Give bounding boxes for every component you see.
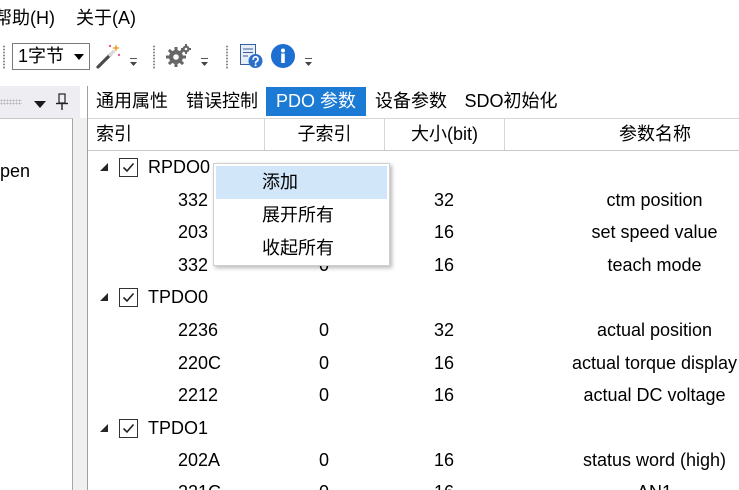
pin-icon[interactable] xyxy=(55,93,69,111)
panel-dropdown-icon[interactable] xyxy=(34,101,46,108)
cell-param-name: actual DC voltage xyxy=(583,385,726,406)
tab-general-properties[interactable]: 通用属性 xyxy=(88,87,176,116)
cell-subindex: 0 xyxy=(264,477,384,490)
help-document-icon[interactable] xyxy=(238,43,264,69)
cell-index: 221C xyxy=(178,477,221,490)
column-header-param-name[interactable]: 参数名称 xyxy=(504,119,739,150)
cell-index: 2212 xyxy=(178,385,219,406)
group-checkbox[interactable] xyxy=(119,158,138,177)
tab-error-control[interactable]: 错误控制 xyxy=(178,87,266,116)
table-row[interactable]: 202A 0 16 status word (high) xyxy=(88,444,739,477)
group-name: TPDO1 xyxy=(148,417,209,438)
table-row[interactable]: 332 32 ctm position xyxy=(88,184,739,217)
menu-bar: 帮助(H) 关于(A) xyxy=(0,0,739,36)
byte-size-value: 1字节 xyxy=(18,46,65,66)
cell-size: 16 xyxy=(384,477,504,490)
pdo-parameter-panel: 通用属性 错误控制 PDO 参数 设备参数 SDO初始化 索引 子索引 大小(b… xyxy=(87,86,739,490)
cell-subindex: 0 xyxy=(318,319,329,340)
cell-size: 16 xyxy=(433,385,455,406)
info-icon[interactable] xyxy=(270,43,296,69)
context-menu-collapse-all[interactable]: 收起所有 xyxy=(216,232,387,265)
column-header-index[interactable]: 索引 xyxy=(88,119,264,150)
cell-subindex: 0 xyxy=(318,450,329,471)
column-header-subindex[interactable]: 子索引 xyxy=(264,119,384,150)
menu-help[interactable]: 帮助(H) xyxy=(0,6,55,30)
context-menu-expand-all[interactable]: 展开所有 xyxy=(216,199,387,232)
cell-size: 16 xyxy=(433,352,455,373)
toolbar-grip[interactable] xyxy=(153,45,155,69)
expand-triangle-icon[interactable] xyxy=(100,423,108,432)
cell-index: 203 xyxy=(178,222,209,243)
cell-index: 220C xyxy=(178,352,222,373)
column-header-size[interactable]: 大小(bit) xyxy=(384,119,504,150)
expand-triangle-icon[interactable] xyxy=(100,163,108,171)
cell-param-name: actual torque display xyxy=(571,352,738,373)
toolbar-overflow-icon[interactable] xyxy=(200,57,209,67)
cell-size: 16 xyxy=(433,450,455,471)
group-row[interactable]: RPDO0 xyxy=(88,151,739,184)
cell-index: 2236 xyxy=(178,319,219,340)
tab-sdo-init[interactable]: SDO初始化 xyxy=(456,87,566,116)
toolbar-overflow-icon[interactable] xyxy=(304,57,313,67)
chevron-down-icon[interactable] xyxy=(74,54,84,60)
cell-size: 16 xyxy=(433,254,455,275)
splitter[interactable] xyxy=(73,118,87,490)
byte-size-select[interactable]: 1字节 xyxy=(12,43,90,70)
cell-subindex: 0 xyxy=(318,385,329,406)
magic-wand-icon[interactable] xyxy=(95,43,121,69)
tab-device-parameters[interactable]: 设备参数 xyxy=(366,87,456,116)
context-menu-add[interactable]: 添加 xyxy=(216,166,387,199)
group-checkbox[interactable] xyxy=(119,288,138,308)
table-row[interactable]: 221C 0 16 AN1 xyxy=(88,477,739,490)
group-row[interactable]: TPDO1 xyxy=(88,412,739,445)
cell-param-name: set speed value xyxy=(591,222,718,243)
checkmark-icon xyxy=(122,162,135,173)
table-header: 索引 子索引 大小(bit) 参数名称 xyxy=(88,118,739,151)
table-row[interactable]: 2212 0 16 actual DC voltage xyxy=(88,379,739,412)
group-name: RPDO0 xyxy=(148,157,211,177)
expand-triangle-icon[interactable] xyxy=(100,293,108,302)
cell-index: 332 xyxy=(178,189,209,210)
cell-param-name: AN1 xyxy=(504,477,739,490)
panel-grip-icon[interactable] xyxy=(0,99,22,105)
left-panel-header xyxy=(0,86,80,118)
cell-size: 32 xyxy=(433,189,455,210)
cell-subindex: 0 xyxy=(318,352,329,373)
toolbar-grip[interactable] xyxy=(3,45,5,69)
cell-index: 202A xyxy=(178,450,221,471)
group-checkbox[interactable] xyxy=(119,418,138,438)
context-menu: 添加 展开所有 收起所有 xyxy=(213,163,390,266)
group-row[interactable]: TPDO0 xyxy=(88,281,739,314)
table-row[interactable]: 220C 0 16 actual torque display xyxy=(88,347,739,380)
table-row[interactable]: 203 16 set speed value xyxy=(88,216,739,249)
cell-size: 16 xyxy=(433,222,455,243)
cell-param-name: ctm position xyxy=(606,189,703,210)
toolbar-grip[interactable] xyxy=(226,45,228,69)
cell-param-name: teach mode xyxy=(607,254,702,275)
menu-about[interactable]: 关于(A) xyxy=(76,6,136,30)
toolbar-overflow-icon[interactable] xyxy=(129,57,138,67)
group-name: TPDO0 xyxy=(148,287,209,308)
cell-index: 332 xyxy=(178,254,209,275)
checkmark-icon xyxy=(122,293,135,303)
cell-param-name: actual position xyxy=(596,319,713,340)
table-body: RPDO0 332 32 ctm position 203 16 set spe… xyxy=(88,151,739,490)
tab-pdo-parameters[interactable]: PDO 参数 xyxy=(266,87,366,116)
cell-size: 32 xyxy=(433,319,455,340)
gear-icon[interactable] xyxy=(166,43,192,69)
cell-param-name: status word (high) xyxy=(582,450,727,471)
table-row[interactable]: 2236 0 32 actual position xyxy=(88,314,739,347)
table-row[interactable]: 332 0 16 teach mode xyxy=(88,249,739,282)
left-panel-item[interactable]: pen xyxy=(0,159,30,183)
checkmark-icon xyxy=(122,423,135,433)
left-panel-body: pen xyxy=(0,118,73,490)
